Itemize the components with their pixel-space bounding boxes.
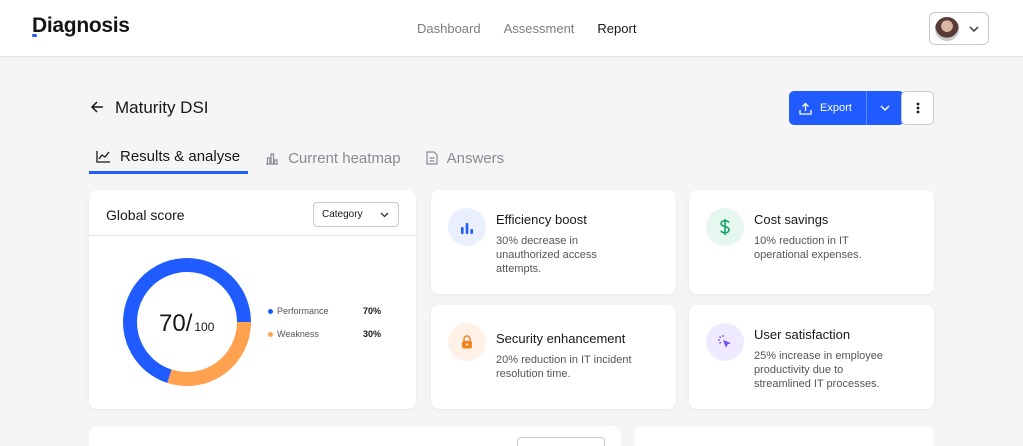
logo-text: iagnosis bbox=[46, 14, 130, 37]
chevron-down-icon bbox=[969, 26, 979, 32]
back-arrow-icon[interactable] bbox=[90, 100, 104, 114]
user-menu-button[interactable] bbox=[929, 12, 989, 45]
legend-value: 70% bbox=[363, 306, 382, 316]
nav-report[interactable]: Report bbox=[597, 21, 636, 36]
kpi-description: 20% reduction in IT incident resolution … bbox=[496, 353, 632, 381]
kpi-icon-badge bbox=[448, 208, 486, 246]
bottom-card-left bbox=[89, 426, 621, 446]
top-bar: Diagnosis Dashboard Assessment Report bbox=[0, 0, 1023, 57]
legend-item-weakness: Weakness 30% bbox=[268, 329, 381, 339]
kpi-title: User satisfaction bbox=[754, 327, 851, 342]
kpi-title: Efficiency boost bbox=[496, 212, 587, 227]
kpi-card-security-enhancement: Security enhancement 20% reduction in IT… bbox=[431, 305, 676, 409]
document-icon bbox=[426, 151, 438, 165]
logo[interactable]: Diagnosis bbox=[32, 14, 130, 38]
kpi-desc-line: resolution time. bbox=[496, 368, 571, 380]
kpi-desc-line: 20% reduction in IT incident bbox=[496, 354, 632, 366]
legend-item-performance: Performance 70% bbox=[268, 306, 381, 316]
tab-label: Results & analyse bbox=[120, 148, 241, 165]
kpi-desc-line: streamlined IT processes. bbox=[754, 378, 880, 390]
export-button-group: Export bbox=[789, 91, 904, 125]
legend-dot bbox=[268, 331, 273, 337]
chevron-down-icon bbox=[380, 212, 389, 217]
kpi-description: 25% increase in employee productivity du… bbox=[754, 349, 883, 391]
score-max: 100 bbox=[194, 320, 215, 334]
kpi-description: 10% reduction in IT operational expenses… bbox=[754, 234, 862, 262]
legend-value: 30% bbox=[363, 329, 382, 339]
kpi-desc-line: unauthorized access bbox=[496, 249, 597, 261]
more-vertical-icon bbox=[916, 102, 919, 114]
tab-label: Answers bbox=[446, 149, 505, 167]
kpi-description: 30% decrease in unauthorized access atte… bbox=[496, 234, 597, 276]
cursor-click-icon bbox=[718, 335, 731, 348]
nav-dashboard[interactable]: Dashboard bbox=[417, 21, 481, 36]
kpi-desc-line: attempts. bbox=[496, 263, 542, 275]
chevron-down-icon bbox=[880, 105, 890, 111]
kpi-desc-line: 30% decrease in bbox=[496, 235, 578, 247]
bar-chart-icon bbox=[461, 222, 473, 234]
legend-label: Weakness bbox=[277, 329, 319, 339]
kpi-icon-badge bbox=[706, 208, 744, 246]
tab-label: Current heatmap bbox=[288, 149, 401, 167]
export-label: Export bbox=[820, 102, 852, 114]
tab-results-analyse[interactable]: Results & analyse bbox=[89, 148, 249, 174]
main-nav: Dashboard Assessment Report bbox=[417, 21, 636, 36]
score-number: 70/ bbox=[159, 310, 193, 337]
tab-answers[interactable]: Answers bbox=[419, 148, 513, 174]
divider bbox=[89, 235, 416, 236]
export-button[interactable]: Export bbox=[789, 91, 867, 125]
legend-dot bbox=[268, 308, 273, 314]
dollar-icon bbox=[720, 219, 730, 235]
kpi-desc-line: 25% increase in employee bbox=[754, 350, 884, 362]
export-dropdown-button[interactable] bbox=[867, 91, 904, 125]
kpi-card-efficiency-boost: Efficiency boost 30% decrease in unautho… bbox=[431, 190, 676, 294]
score-value: 70/ 100 bbox=[159, 310, 214, 338]
lock-icon bbox=[462, 335, 472, 349]
kpi-icon-badge bbox=[448, 323, 486, 361]
select-value: Category bbox=[322, 209, 363, 220]
kpi-card-cost-savings: Cost savings 10% reduction in IT operati… bbox=[689, 190, 934, 294]
line-chart-icon bbox=[96, 151, 110, 163]
kpi-card-user-satisfaction: User satisfaction 25% increase in employ… bbox=[689, 305, 934, 409]
category-select[interactable]: Category bbox=[313, 202, 399, 227]
bar-chart-icon bbox=[266, 152, 279, 165]
more-options-button[interactable] bbox=[901, 91, 934, 125]
kpi-desc-line: 10% reduction in IT bbox=[754, 235, 849, 247]
nav-assessment[interactable]: Assessment bbox=[504, 21, 575, 36]
kpi-desc-line: productivity due to bbox=[754, 364, 844, 376]
legend-label: Performance bbox=[277, 306, 329, 316]
avatar bbox=[935, 16, 959, 41]
card-title: Global score bbox=[106, 207, 185, 223]
bottom-card-select[interactable] bbox=[517, 437, 605, 446]
kpi-title: Cost savings bbox=[754, 212, 829, 227]
global-score-card: Global score Category 70/ 100 Performanc… bbox=[89, 190, 416, 409]
kpi-title: Security enhancement bbox=[496, 331, 626, 346]
report-tabs: Results & analyse Current heatmap Answer… bbox=[89, 148, 522, 174]
tab-current-heatmap[interactable]: Current heatmap bbox=[258, 148, 409, 174]
upload-icon bbox=[799, 102, 812, 115]
kpi-icon-badge bbox=[706, 323, 744, 361]
page-title: Maturity DSI bbox=[115, 98, 209, 117]
kpi-desc-line: operational expenses. bbox=[754, 249, 862, 261]
bottom-card-right bbox=[634, 426, 934, 446]
